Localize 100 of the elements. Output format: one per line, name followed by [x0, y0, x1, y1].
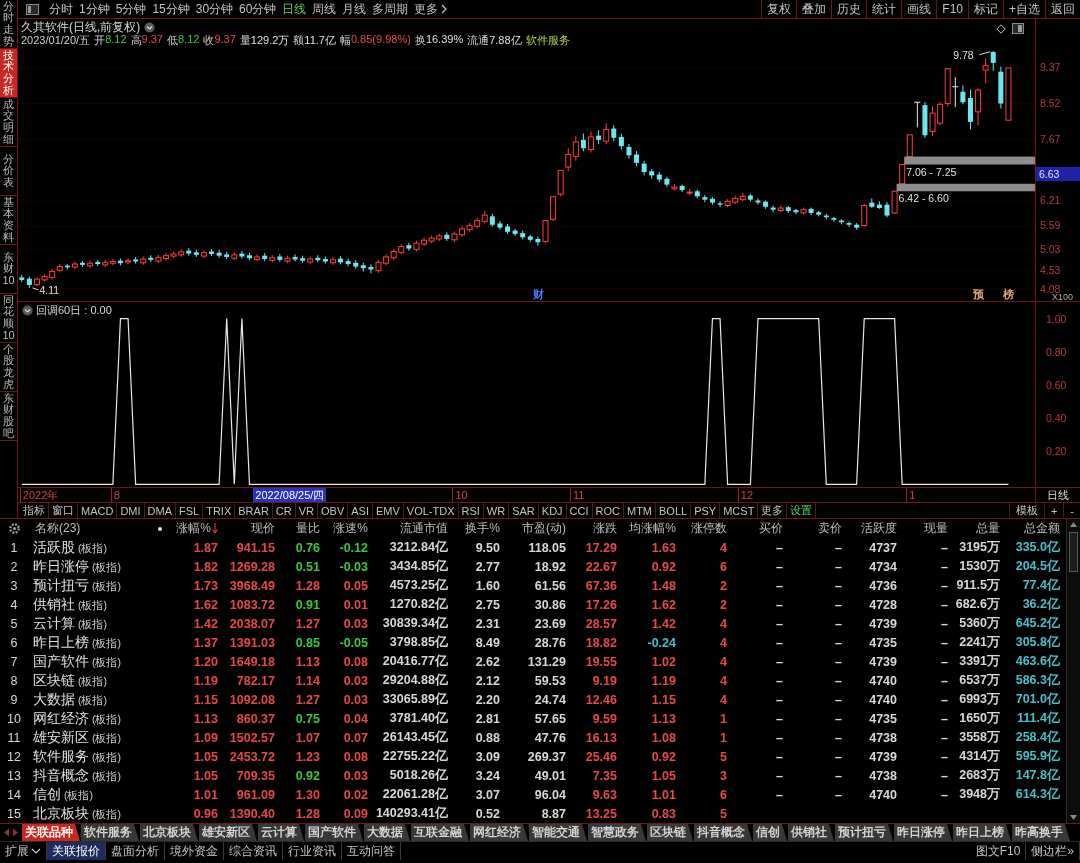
period-tab[interactable]: 5分钟: [112, 0, 150, 18]
status-tab[interactable]: 综合资讯: [224, 842, 283, 860]
indicator-tab[interactable]: MCST: [720, 503, 759, 518]
sheet-tab[interactable]: 昨日上榜: [953, 824, 1011, 841]
period-tab[interactable]: 30分钟: [192, 0, 237, 18]
column-header[interactable]: 换手%: [448, 520, 500, 537]
column-header[interactable]: 涨停数: [676, 520, 727, 537]
indicator-tab[interactable]: 窗口: [49, 503, 78, 518]
arrow-right-icon[interactable]: [12, 828, 19, 837]
sheet-tab[interactable]: 智能交通: [529, 824, 587, 841]
status-tab[interactable]: 行业资讯: [283, 842, 342, 860]
indicator-tab[interactable]: BRAR: [235, 503, 273, 518]
event-mark[interactable]: 财: [532, 288, 544, 300]
indicator-tab[interactable]: KDJ: [538, 503, 567, 518]
dropdown-icon[interactable]: [22, 304, 33, 316]
column-header[interactable]: 均涨幅%: [617, 520, 676, 537]
sheet-tab[interactable]: 信创: [753, 824, 787, 841]
column-header[interactable]: 总量: [948, 520, 1000, 537]
toolbar-button[interactable]: F10: [936, 0, 968, 18]
sector-name-cell[interactable]: 大数据: [33, 690, 75, 709]
status-tab[interactable]: 盘面分析: [106, 842, 165, 860]
period-tab[interactable]: 分时: [46, 0, 76, 18]
status-tab[interactable]: 境外资金: [165, 842, 224, 860]
sheet-tab[interactable]: 昨日涨停: [894, 824, 952, 841]
sheet-tab[interactable]: 昨高换手: [1012, 824, 1070, 841]
indicator-tab[interactable]: CR: [272, 503, 296, 518]
column-header[interactable]: 卖价: [783, 520, 842, 537]
indicator-tab[interactable]: CCI: [566, 503, 593, 518]
indicator-tab[interactable]: 指标: [20, 503, 49, 518]
sheet-tab[interactable]: 预计扭亏: [835, 824, 893, 841]
indicator-tab[interactable]: TRIX: [203, 503, 236, 518]
event-mark[interactable]: 预: [973, 288, 985, 300]
indicator-tab[interactable]: PSY: [691, 503, 721, 518]
period-tab[interactable]: 15分钟: [149, 0, 193, 18]
indicator-tab[interactable]: MACD: [78, 503, 118, 518]
column-header[interactable]: 量比: [275, 520, 320, 537]
sector-name-cell[interactable]: 国产软件: [33, 652, 89, 671]
sheet-tab[interactable]: 互联金融: [411, 824, 469, 841]
toolbar-button[interactable]: 画线: [901, 0, 937, 18]
side-tab[interactable]: 基本资料: [0, 196, 17, 245]
panel-control-button[interactable]: +: [1043, 503, 1064, 518]
indicator-tab[interactable]: ASI: [348, 503, 373, 518]
column-header[interactable]: 活跃度: [842, 520, 897, 537]
status-tab[interactable]: 互动问答: [342, 842, 401, 860]
column-header[interactable]: 现价: [218, 520, 275, 537]
period-tab[interactable]: 日线: [279, 0, 310, 18]
indicator-tab[interactable]: VOL-TDX: [403, 503, 459, 518]
side-tab[interactable]: 个股龙虎: [0, 343, 17, 392]
period-tab[interactable]: 月线: [339, 0, 370, 18]
period-tab[interactable]: 60分钟: [236, 0, 280, 18]
indicator-tab[interactable]: DMI: [117, 503, 145, 518]
sheet-tab[interactable]: 区块链: [647, 824, 693, 841]
panel-toggle-icon[interactable]: [1012, 23, 1024, 34]
column-header[interactable]: 现量: [897, 520, 948, 537]
sheet-tab[interactable]: 云计算: [258, 824, 304, 841]
sector-name-cell[interactable]: 雄安新区: [33, 728, 89, 747]
sector-name-cell[interactable]: 云计算: [33, 614, 75, 633]
sidebar-toggle-icon[interactable]: [26, 4, 39, 15]
toolbar-button[interactable]: 叠加: [796, 0, 832, 18]
period-tab[interactable]: 多周期: [369, 0, 412, 18]
sector-name-cell[interactable]: 北京板块: [33, 804, 89, 823]
status-link[interactable]: 侧边栏»: [1026, 842, 1080, 860]
status-tab[interactable]: 关联报价: [47, 842, 106, 860]
sheet-tab[interactable]: 大数据: [364, 824, 410, 841]
column-header[interactable]: 涨速%: [320, 520, 368, 537]
indicator-tab[interactable]: 设置: [787, 503, 817, 518]
indicator-tab[interactable]: SAR: [509, 503, 539, 518]
arrow-left-icon[interactable]: [3, 828, 10, 837]
toolbar-button[interactable]: 历史: [831, 0, 867, 18]
sheet-tab[interactable]: 软件服务: [81, 824, 139, 841]
sector-name-cell[interactable]: 供销社: [33, 595, 75, 614]
toolbar-button[interactable]: +自选: [1003, 0, 1045, 18]
indicator-tab[interactable]: RSI: [458, 503, 484, 518]
side-tab[interactable]: 东财股吧: [0, 392, 17, 441]
indicator-tab[interactable]: WR: [483, 503, 510, 518]
sector-name-cell[interactable]: 软件服务: [33, 747, 89, 766]
scrollbar-thumb[interactable]: [1069, 532, 1078, 572]
column-header[interactable]: 名称(23): [35, 520, 81, 537]
sheet-tab[interactable]: 网红经济: [470, 824, 528, 841]
sector-name-cell[interactable]: 信创: [33, 785, 61, 804]
sector-name-cell[interactable]: 昨日上榜: [33, 633, 89, 652]
indicator-tab[interactable]: OBV: [318, 503, 349, 518]
indicator-tab[interactable]: MTM: [624, 503, 657, 518]
period-tab[interactable]: 1分钟: [76, 0, 113, 18]
toolbar-button[interactable]: 返回: [1045, 0, 1080, 18]
event-mark[interactable]: 榜: [1003, 288, 1015, 300]
toolbar-button[interactable]: 复权: [761, 0, 797, 18]
sheet-tab[interactable]: 抖音概念: [694, 824, 752, 841]
period-tab[interactable]: 周线: [309, 0, 340, 18]
sheet-tab[interactable]: 关联品种: [22, 824, 80, 841]
sheet-tab[interactable]: 智慧政务: [588, 824, 646, 841]
indicator-tab[interactable]: 更多: [758, 503, 788, 518]
side-tab[interactable]: 技术分析: [0, 49, 17, 98]
sheet-tab[interactable]: 北京板块: [140, 824, 198, 841]
indicator-tab[interactable]: FSL: [176, 503, 204, 518]
indicator-tab[interactable]: BOLL: [656, 503, 692, 518]
toolbar-button[interactable]: 统计: [866, 0, 902, 18]
indicator-tab[interactable]: DMA: [144, 503, 176, 518]
side-tab[interactable]: 同花顺10: [0, 294, 17, 343]
column-header[interactable]: 市盈(动): [500, 520, 566, 537]
